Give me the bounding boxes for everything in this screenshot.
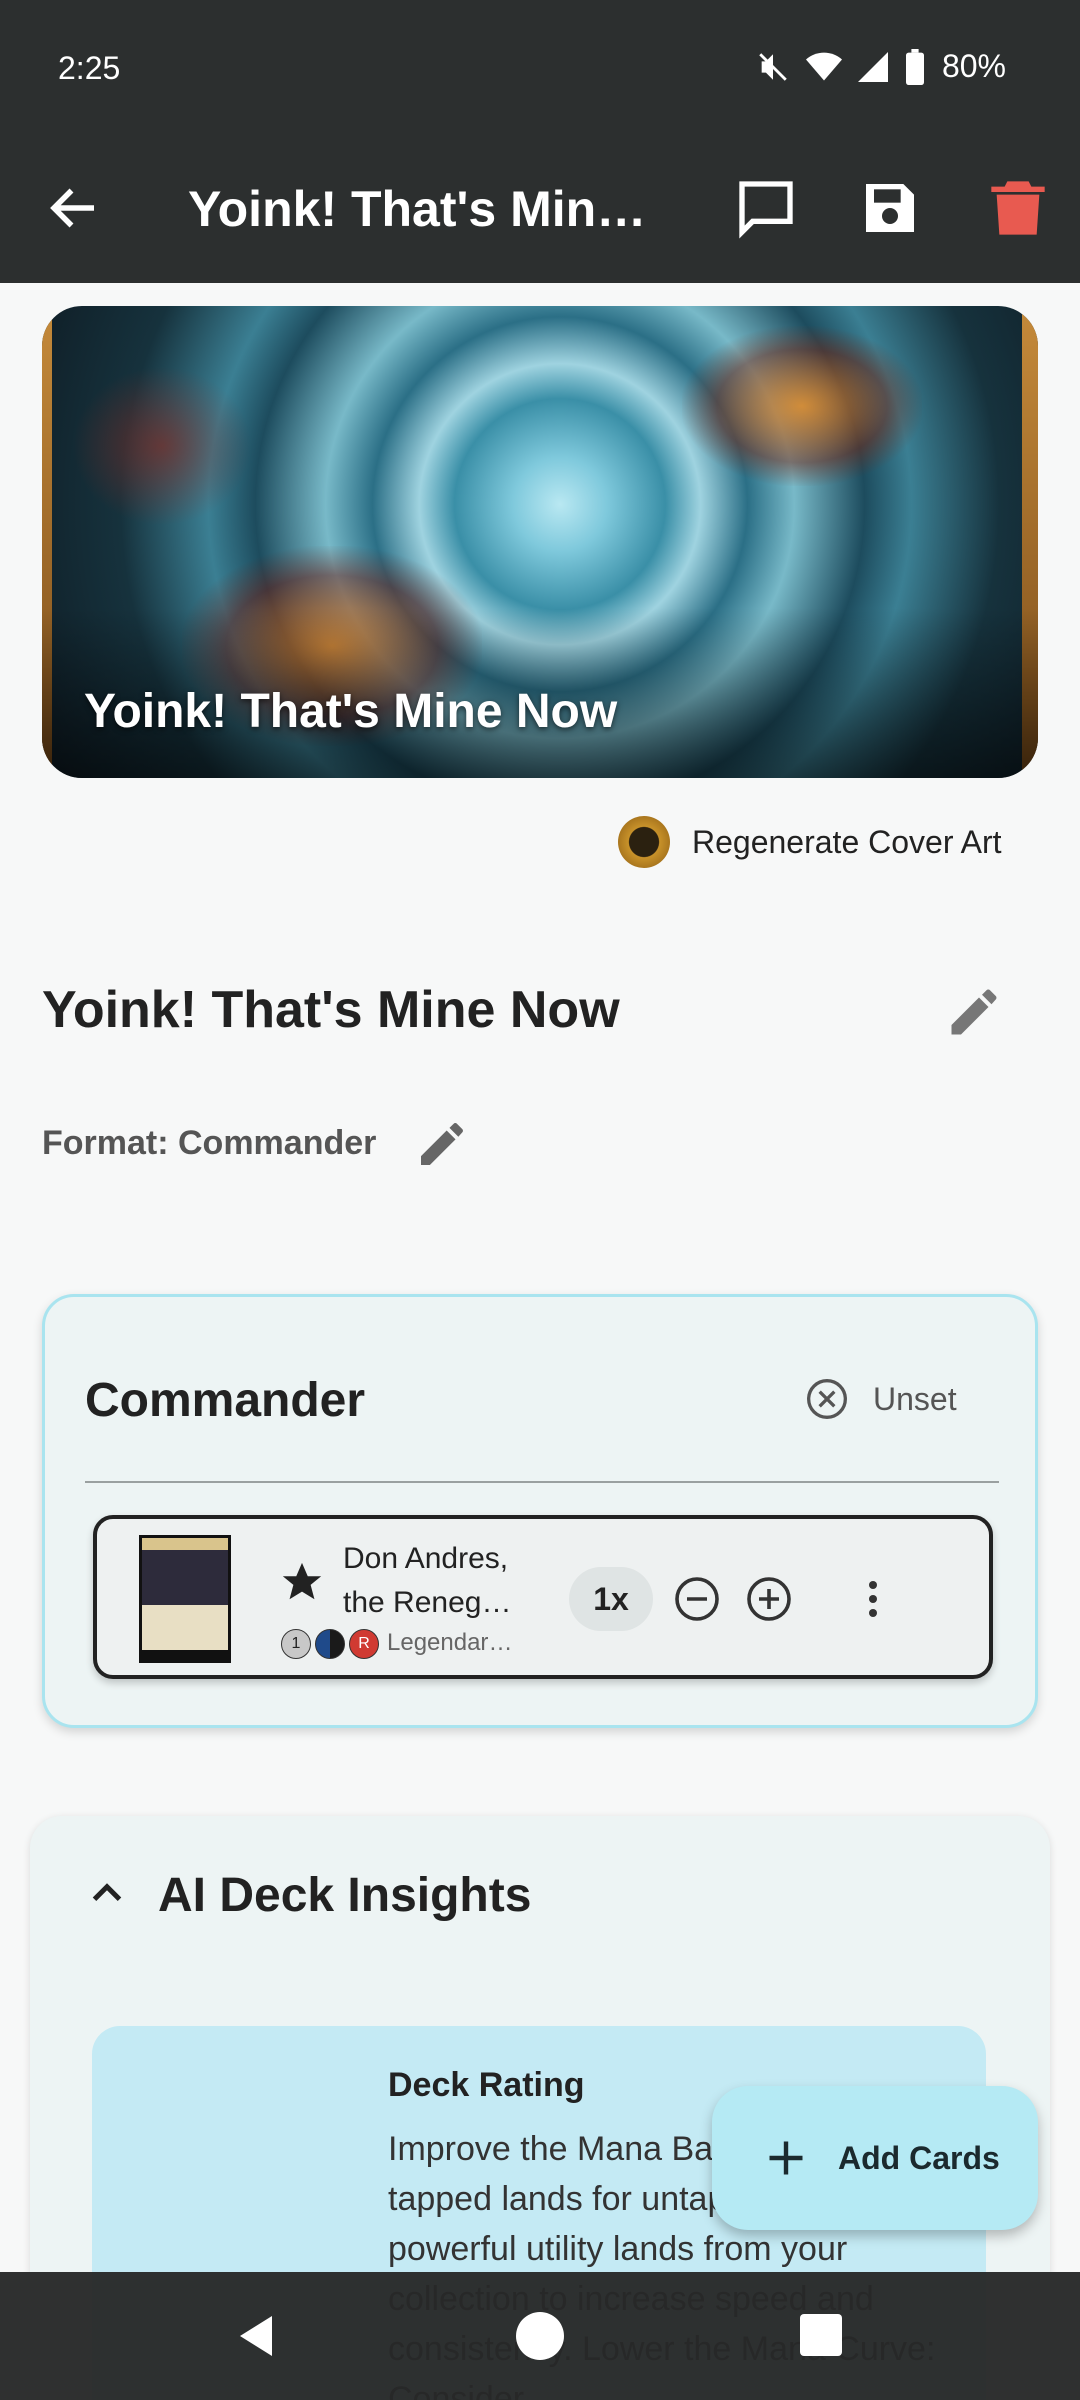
quantity-chip: 1x xyxy=(569,1567,653,1631)
card-name-line2: the Renegade xyxy=(343,1586,523,1619)
add-cards-button[interactable]: Add Cards xyxy=(712,2086,1038,2230)
signal-icon xyxy=(857,51,888,82)
decrease-quantity-icon[interactable] xyxy=(673,1575,721,1623)
app-bar: Yoink! That's Mine Now xyxy=(0,136,1080,283)
status-icons: 80% xyxy=(756,48,1006,85)
battery-icon xyxy=(905,48,924,85)
mana-generic-icon: 1 xyxy=(281,1629,311,1659)
chevron-up-icon[interactable] xyxy=(82,1868,132,1918)
mana-hybrid-ub-icon xyxy=(315,1629,345,1659)
unset-button[interactable]: Unset xyxy=(805,1377,957,1421)
deck-format: Format: Commander xyxy=(42,1124,377,1162)
system-nav-bar xyxy=(0,2272,1080,2400)
divider xyxy=(85,1481,999,1483)
status-bar: 2:25 80% xyxy=(0,0,1080,136)
cover-art: Yoink! That's Mine Now xyxy=(42,306,1038,778)
regenerate-label: Regenerate Cover Art xyxy=(692,823,1002,860)
save-icon[interactable] xyxy=(858,176,922,240)
unset-label: Unset xyxy=(873,1380,957,1417)
insights-title[interactable]: AI Deck Insights xyxy=(158,1868,531,1923)
close-circle-icon xyxy=(807,1379,847,1419)
rating-title: Deck Rating xyxy=(388,2066,585,2104)
card-name-line1: Don Andres, xyxy=(343,1542,509,1575)
star-icon xyxy=(282,1562,322,1600)
status-time: 2:25 xyxy=(58,50,121,86)
card-type-line: Legendary Creature xyxy=(387,1629,517,1656)
page-title: Yoink! That's Mine Now xyxy=(188,181,648,237)
add-cards-label: Add Cards xyxy=(838,2139,1000,2176)
regenerate-badge-icon xyxy=(618,816,670,868)
battery-percent: 80% xyxy=(941,48,1006,84)
commander-section: Commander Unset Don Andres, the Renegade… xyxy=(42,1294,1038,1728)
mana-red-icon: R xyxy=(349,1629,379,1659)
nav-back-icon[interactable] xyxy=(234,2312,282,2360)
trash-icon[interactable] xyxy=(986,176,1050,240)
chat-icon[interactable] xyxy=(734,176,798,240)
regenerate-cover-button[interactable]: Regenerate Cover Art xyxy=(618,814,1002,870)
commander-heading: Commander xyxy=(85,1374,366,1427)
mute-icon xyxy=(759,52,787,81)
commander-card-row[interactable]: Don Andres, the Renegade 1 R Legendary C… xyxy=(93,1515,993,1679)
edit-name-icon[interactable] xyxy=(944,982,1004,1042)
increase-quantity-icon[interactable] xyxy=(745,1575,793,1623)
plus-icon xyxy=(769,2141,803,2175)
nav-home-icon[interactable] xyxy=(516,2312,564,2360)
card-name: Don Andres, the Renegade xyxy=(343,1537,533,1625)
mana-cost: 1 R xyxy=(281,1629,379,1659)
edit-format-icon[interactable] xyxy=(414,1116,470,1172)
wifi-icon xyxy=(805,52,842,80)
back-arrow-icon[interactable] xyxy=(44,178,104,238)
nav-recents-icon[interactable] xyxy=(800,2314,842,2356)
more-options-icon[interactable] xyxy=(849,1575,897,1623)
deck-name: Yoink! That's Mine Now xyxy=(42,981,620,1039)
card-thumbnail[interactable] xyxy=(139,1535,231,1663)
cover-title: Yoink! That's Mine Now xyxy=(84,685,618,738)
